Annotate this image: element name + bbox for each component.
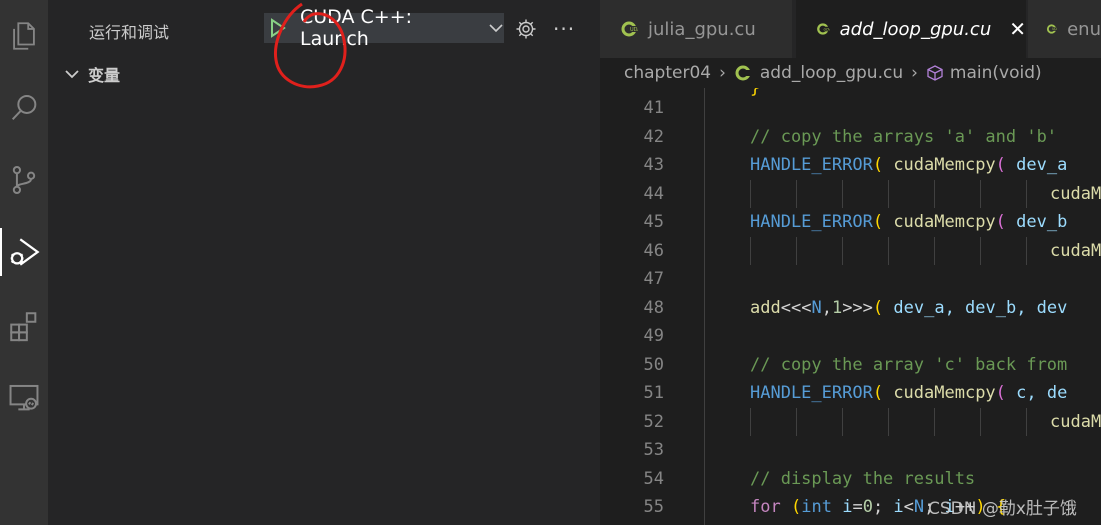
line-number: 50: [643, 354, 664, 375]
chevron-down-icon: [65, 70, 79, 79]
play-icon: [271, 18, 286, 38]
cuda-file-icon: UDA: [817, 23, 830, 35]
line-number: 53: [643, 440, 664, 460]
code-line: // display the results: [750, 468, 976, 489]
line-number-gutter: 41 42 43 44 45 46 47 48 49 50 51 52 53 5…: [600, 88, 682, 525]
cuda-file-icon: [735, 65, 752, 81]
run-debug-sidebar: 运行和调试 CUDA C++: Launch ··· 变量: [48, 0, 600, 525]
code-line: cudaM: [1050, 411, 1101, 432]
code-area[interactable]: } // copy the arrays 'a' and 'b' HANDLE_…: [750, 88, 1101, 525]
cube-icon: [927, 65, 943, 81]
line-number: 48: [643, 297, 664, 318]
tab-label: add_loop_gpu.cu: [839, 18, 992, 40]
line-number: 41: [643, 98, 664, 118]
breadcrumb: chapter04 › add_loop_gpu.cu › main(void): [600, 58, 1101, 88]
tab-enu[interactable]: UDA enu: [1028, 0, 1101, 58]
more-actions-icon[interactable]: ···: [553, 17, 575, 41]
code-line: HANDLE_ERROR( cudaMemcpy( c, de: [750, 383, 1068, 403]
code-line: HANDLE_ERROR( cudaMemcpy( dev_a: [750, 155, 1068, 175]
code-editor[interactable]: 41 42 43 44 45 46 47 48 49 50 51 52 53 5…: [600, 88, 1101, 525]
code-line: add<<<N,1>>>( dev_a, dev_b, dev: [750, 297, 1068, 318]
code-line: cudaM: [1050, 240, 1101, 261]
activity-bar: [0, 0, 48, 525]
line-number: 45: [643, 212, 664, 232]
svg-text:UDA: UDA: [630, 27, 638, 33]
line-number: 54: [643, 468, 664, 489]
gear-icon[interactable]: [514, 17, 538, 45]
remote-explorer-icon[interactable]: [0, 374, 48, 422]
code-line: // copy the array 'c' back from: [750, 354, 1068, 375]
start-debugging-button[interactable]: [264, 13, 292, 43]
tab-add-loop-gpu[interactable]: UDA add_loop_gpu.cu ✕: [796, 0, 1026, 58]
cuda-file-icon: UDA: [1046, 24, 1058, 34]
line-number: 47: [643, 269, 664, 289]
breadcrumb-folder[interactable]: chapter04: [624, 63, 711, 83]
line-number: 52: [643, 411, 664, 432]
tab-label: enu: [1067, 18, 1101, 40]
watermark: CSDN @勒x肚子饿: [928, 499, 1077, 519]
variables-label: 变量: [88, 66, 121, 85]
chevron-right-icon: ›: [911, 63, 918, 83]
line-number: 51: [643, 383, 664, 403]
line-number: 55: [643, 497, 664, 517]
code-line: // copy the arrays 'a' and 'b': [750, 126, 1058, 147]
extensions-icon[interactable]: [0, 302, 48, 350]
cuda-file-icon: UDA: [621, 21, 638, 37]
tab-label: julia_gpu.cu: [648, 18, 756, 40]
source-control-icon[interactable]: [0, 156, 48, 204]
code-line: HANDLE_ERROR( cudaMemcpy( dev_b: [750, 212, 1068, 232]
search-icon[interactable]: [0, 84, 48, 132]
explorer-icon[interactable]: [0, 12, 48, 60]
code-line: }: [750, 88, 761, 98]
line-number: 43: [643, 155, 664, 175]
line-number: 42: [643, 126, 664, 147]
close-icon[interactable]: ✕: [1009, 17, 1026, 41]
line-number: 49: [643, 326, 664, 346]
line-number: 46: [643, 240, 664, 261]
line-number: 44: [643, 183, 664, 204]
launch-config-select[interactable]: CUDA C++: Launch: [292, 6, 504, 50]
breadcrumb-file[interactable]: add_loop_gpu.cu: [760, 63, 903, 83]
breadcrumb-symbol[interactable]: main(void): [950, 63, 1042, 83]
svg-text:UDA: UDA: [1052, 27, 1057, 31]
run-debug-icon[interactable]: [0, 228, 48, 276]
variables-section-header[interactable]: 变量: [64, 62, 120, 86]
editor-tab-bar: UDA julia_gpu.cu UDA add_loop_gpu.cu ✕ U…: [600, 0, 1101, 58]
launch-config-label: CUDA C++: Launch: [300, 6, 413, 50]
chevron-right-icon: ›: [719, 63, 726, 83]
sidebar-title: 运行和调试: [89, 23, 170, 42]
svg-text:UDA: UDA: [824, 27, 830, 32]
code-line: cudaM: [1050, 183, 1101, 204]
chevron-down-icon: [488, 22, 504, 34]
tab-julia-gpu[interactable]: UDA julia_gpu.cu: [600, 0, 792, 58]
indent-guide: [704, 88, 705, 525]
